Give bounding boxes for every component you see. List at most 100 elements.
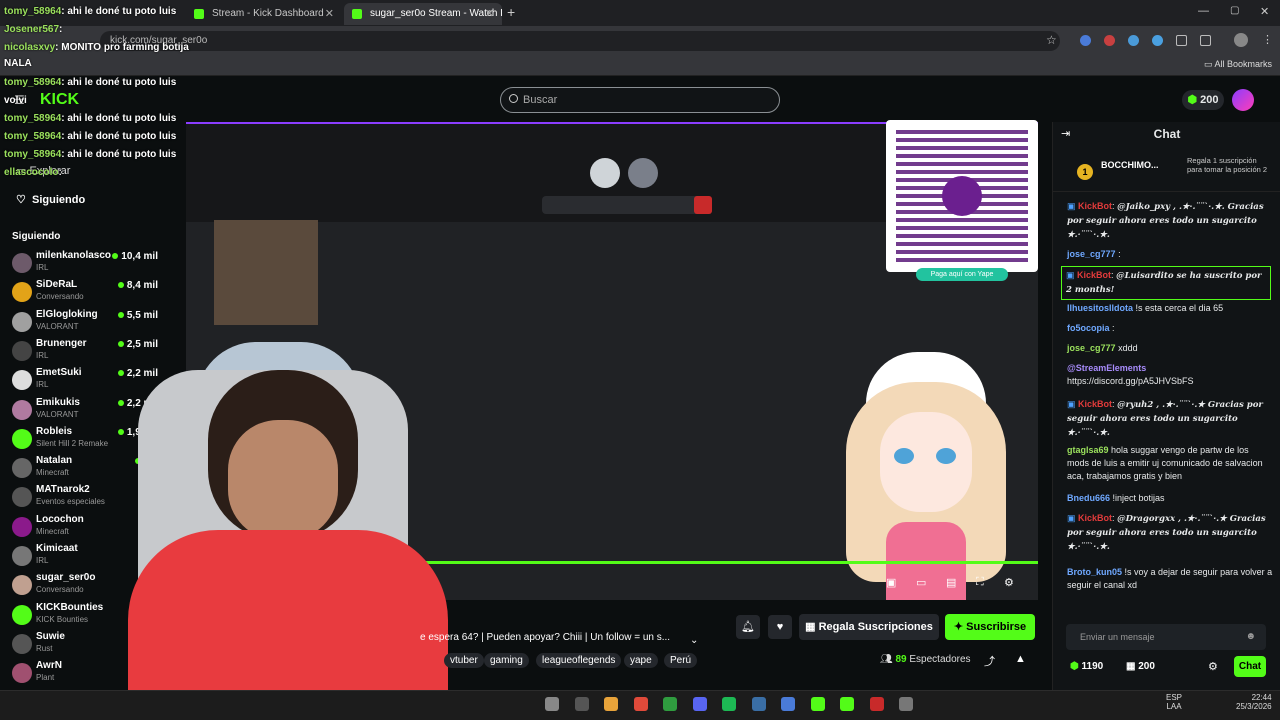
chat-username[interactable]: gtaglsa69 — [1067, 445, 1109, 455]
taskbar-app-icon[interactable] — [810, 697, 825, 711]
section-siguiendo: Siguiendo — [12, 231, 61, 242]
viewer-count-value: 8,4 mil — [126, 280, 158, 292]
viewer-count: 👥︎ 89 Espectadores — [880, 654, 971, 665]
taskbar-app-icon[interactable] — [604, 697, 618, 711]
profile-avatar[interactable] — [1234, 33, 1248, 47]
kick-logo[interactable]: KICK — [40, 91, 79, 109]
chat-send-button[interactable]: Chat — [1234, 656, 1266, 677]
chat-username[interactable]: Bnedu666 — [1067, 493, 1110, 503]
overlay-text: : ahi le doné tu poto luis — [61, 6, 177, 17]
chat-message: @StreamElements https://discord.gg/pA5JH… — [1067, 362, 1273, 388]
star-icon: ✦ — [953, 621, 964, 633]
extension-icon[interactable] — [1080, 35, 1091, 46]
taskbar-app-icon[interactable] — [663, 697, 677, 711]
search-input[interactable]: Buscar — [500, 87, 780, 113]
close-tab-icon[interactable]: ✕ — [485, 3, 494, 25]
nav-siguiendo[interactable]: ♡ Siguiendo — [16, 193, 85, 206]
chat-message-input[interactable]: Enviar un mensaje ☻ — [1066, 624, 1266, 650]
live-dot — [117, 370, 124, 377]
report-icon[interactable]: ▲ — [1015, 653, 1026, 665]
taskbar-app-icon[interactable] — [633, 697, 648, 711]
chat-bot-name: KickBot — [1078, 513, 1113, 523]
screen: Stream - Kick Dashboard ✕ sugar_ser0o Str… — [0, 0, 1280, 720]
chat-input-placeholder: Enviar un mensaje — [1080, 632, 1155, 642]
chat-points-value: 1190 — [1081, 661, 1104, 672]
clock[interactable]: 22:44 25/3/2026 — [1236, 693, 1272, 711]
search-icon — [509, 94, 518, 103]
minimize-button[interactable]: — — [1198, 5, 1209, 17]
extension-icon[interactable] — [1104, 35, 1115, 46]
points-value: 200 — [1200, 94, 1219, 106]
taskbar-app-icon[interactable] — [899, 697, 913, 711]
fullscreen-icon[interactable]: ⛶ — [976, 576, 984, 589]
overlay-text: volvi — [4, 95, 27, 106]
channel-category: Conversando — [36, 585, 84, 595]
overlay-chat-line: volvi — [4, 95, 27, 106]
taskbar-app-icon[interactable] — [545, 697, 559, 711]
stream-tag[interactable]: leagueoflegends — [536, 653, 622, 668]
all-bookmarks[interactable]: ▭ All Bookmarks — [1204, 59, 1272, 70]
notification-bell-button[interactable]: 🔔︎ — [736, 615, 760, 639]
pip-icon[interactable]: ▤ — [946, 576, 956, 589]
taskbar-app-icon[interactable] — [722, 697, 736, 711]
taskbar-app-icon[interactable] — [869, 697, 884, 711]
chat-message: fo5ocopia : — [1067, 322, 1273, 335]
tab-sugar-stream[interactable]: sugar_ser0o Stream - Watch Li ✕ — [344, 3, 502, 25]
chat-username[interactable]: fo5ocopia — [1067, 323, 1110, 333]
emoji-icon[interactable]: ☻ — [1245, 624, 1256, 650]
kick-favicon-icon — [194, 9, 204, 19]
restore-button[interactable]: ▢ — [1230, 5, 1239, 16]
extension-icon[interactable] — [1152, 35, 1163, 46]
close-tab-icon[interactable]: ✕ — [325, 3, 334, 25]
subscribe-button[interactable]: ✦ Suscribirse — [945, 614, 1035, 640]
taskbar-app-icon[interactable] — [840, 697, 854, 711]
taskbar-app-icon[interactable] — [574, 697, 589, 711]
overlay-text: : ahi le doné tu poto luis — [61, 113, 177, 124]
close-window-button[interactable]: ✕ — [1260, 5, 1269, 18]
chat-username[interactable]: jose_cg777 — [1067, 343, 1116, 353]
stream-tag[interactable]: Perú — [664, 653, 698, 668]
clip-icon[interactable]: ▣ — [886, 576, 896, 589]
theater-icon[interactable]: ▭ — [916, 576, 926, 589]
chat-message: jose_cg777 xddd — [1067, 342, 1273, 355]
collapse-chat-icon[interactable]: ⇥ — [1061, 127, 1070, 140]
tab-kick-dashboard[interactable]: Stream - Kick Dashboard ✕ — [186, 3, 342, 25]
settings-icon[interactable]: ⚙ — [1004, 576, 1014, 589]
overlay-chat-line: NALA — [4, 58, 32, 69]
chat-username[interactable]: llhuesitoslldota — [1067, 303, 1133, 313]
chat-username[interactable]: jose_cg777 — [1067, 249, 1116, 259]
url-field[interactable]: kick.com/sugar_ser0o — [100, 31, 1060, 51]
follow-button[interactable]: ♥ — [768, 615, 792, 639]
stream-tag[interactable]: vtuber — [444, 653, 484, 668]
input-language[interactable]: ESP LAA — [1166, 693, 1182, 711]
gift-subs-button[interactable]: ▦ Regala Suscripciones — [799, 614, 939, 640]
taskbar-app-icon[interactable] — [751, 697, 766, 711]
overlay-chat-line: Josener567: — [4, 24, 62, 35]
sidebar-channel[interactable]: milenkanolasco IRL 10,4 mil — [0, 249, 170, 278]
end-call-icon[interactable] — [694, 196, 712, 214]
channel-name: Locochon — [36, 513, 84, 525]
bookmark-star-icon[interactable]: ☆ — [1046, 33, 1057, 47]
user-avatar[interactable] — [1232, 89, 1254, 111]
new-tab-button[interactable]: + — [507, 4, 515, 20]
chat-settings-icon[interactable]: ⚙ — [1208, 660, 1218, 673]
channel-name: KICKBounties — [36, 601, 104, 613]
chat-username[interactable]: Broto_kun05 — [1067, 567, 1122, 577]
channel-name: Kimicaat — [36, 543, 78, 554]
sidebar-channel[interactable]: SiDeRaL Conversando 8,4 mil — [0, 278, 170, 307]
chat-username[interactable]: @StreamElements — [1067, 363, 1146, 373]
chrome-menu-icon[interactable]: ⋮ — [1262, 33, 1273, 46]
overlay-chat-line: nicolasxvy: MONITO pro farming botija — [4, 42, 189, 53]
kick-points-badge[interactable]: ⬢ 200 — [1182, 90, 1224, 110]
share-icon[interactable]: ⤴ — [984, 653, 995, 669]
taskbar-app-icon[interactable] — [692, 697, 707, 711]
taskbar-app-icon[interactable] — [781, 697, 795, 711]
heart-icon: ♥ — [776, 621, 784, 633]
extension-icon[interactable] — [1176, 35, 1187, 46]
chevron-down-icon[interactable]: ⌄ — [690, 635, 698, 646]
puzzle-icon[interactable] — [1200, 35, 1211, 46]
extension-icon[interactable] — [1128, 35, 1139, 46]
chat-text: : — [1112, 323, 1115, 333]
stream-tag[interactable]: gaming — [484, 653, 529, 668]
stream-tag[interactable]: yape — [624, 653, 658, 668]
